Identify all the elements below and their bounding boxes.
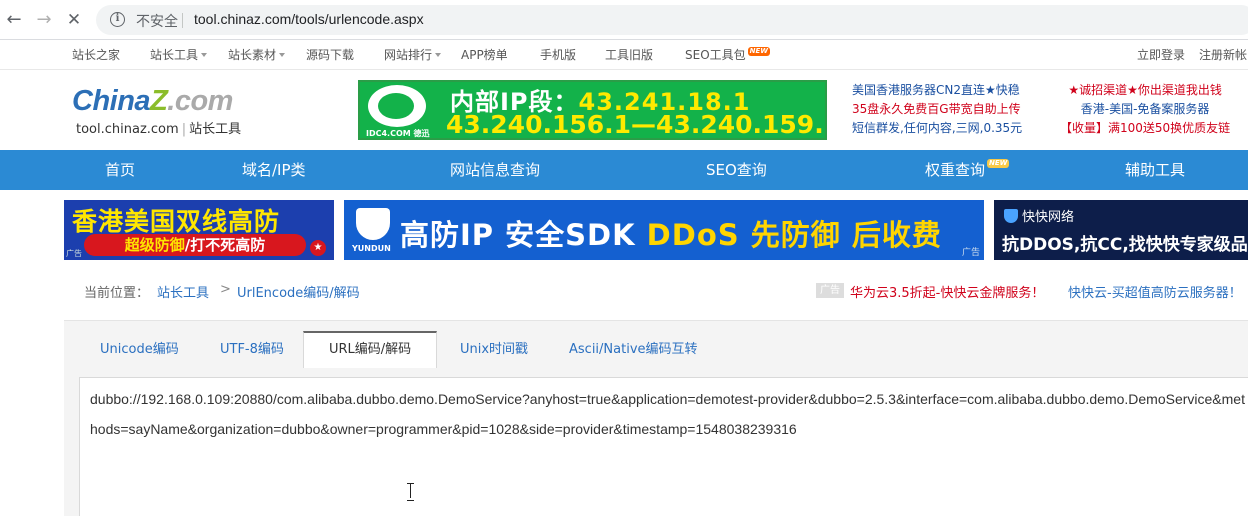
toplink-chinaz[interactable]: 站长之家 (72, 46, 120, 63)
toplink-seo-pack[interactable]: SEO工具包 NEW (685, 46, 771, 63)
shield-icon (356, 208, 390, 240)
ad-banner-yundun[interactable]: YUNDUN 高防IP 安全SDK DDoS 先防御 后收费 广告 (344, 200, 984, 260)
nav-seo[interactable]: SEO查询 (706, 150, 767, 190)
security-label[interactable]: 不安全 (136, 11, 178, 31)
tool-panel: Unicode编码 UTF-8编码 URL编码/解码 Unix时间戳 Ascii… (64, 320, 1248, 516)
text-ad-column-b: ★诚招渠道★你出渠道我出钱 香港-美国-免备案服务器 【收量】满100送50换优… (1060, 81, 1230, 138)
breadcrumb: 当前位置： 站长工具 > UrlEncode编码/解码 广告 华为云3.5折起-… (64, 270, 1248, 310)
text-ad-link[interactable]: ★诚招渠道★你出渠道我出钱 (1060, 81, 1230, 100)
nav-domain-ip[interactable]: 域名/IP类 (242, 150, 306, 190)
tab-utf8[interactable]: UTF-8编码 (218, 331, 286, 367)
nav-home[interactable]: 首页 (105, 150, 135, 190)
caret-down-icon (435, 53, 442, 57)
shield-icon (1004, 209, 1018, 223)
caret-down-icon (279, 53, 286, 57)
url-input-textarea[interactable]: dubbo://192.168.0.109:20880/com.alibaba.… (79, 377, 1248, 516)
toplink-source[interactable]: 源码下载 (306, 46, 354, 63)
ip-range-banner-ad[interactable]: IDC4.COM 德迅 内部IP段：43.241.18.1 43.240.156… (358, 80, 827, 140)
url-text[interactable]: tool.chinaz.com/tools/urlencode.aspx (194, 11, 424, 27)
stop-button[interactable]: ✕ (62, 8, 86, 32)
breadcrumb-home[interactable]: 站长工具 (157, 282, 209, 301)
text-ad-column-a: 美国香港服务器CN2直连★快稳 35盘永久免费百G带宽自助上传 短信群发,任何内… (852, 81, 1022, 138)
ad-label-badge: 广告 (816, 283, 844, 298)
toplink-mobile[interactable]: 手机版 (540, 46, 576, 63)
text-cursor-icon (406, 482, 416, 501)
toplink-ranking[interactable]: 网站排行 (384, 46, 442, 63)
ad-banner-kuaikuai[interactable]: 快快网络 抗DDOS,抗CC,找快快专家级品牌 (994, 200, 1248, 260)
text-ad-link[interactable]: 35盘永久免费百G带宽自助上传 (852, 100, 1022, 119)
arrow-right-icon: → (36, 9, 52, 30)
tab-ascii-native[interactable]: Ascii/Native编码互转 (567, 331, 700, 367)
address-bar[interactable]: i 不安全 tool.chinaz.com/tools/urlencode.as… (96, 5, 1248, 35)
tab-unix-timestamp[interactable]: Unix时间戳 (458, 331, 530, 367)
text-ad-link[interactable]: 短信群发,任何内容,三网,0.35元 (852, 119, 1022, 138)
star-icon: ★ (310, 240, 326, 256)
toplink-materials[interactable]: 站长素材 (228, 46, 286, 63)
register-link[interactable]: 注册新帐 (1199, 46, 1247, 63)
forward-button[interactable]: → (32, 8, 56, 32)
new-badge: NEW (747, 47, 771, 56)
site-logo[interactable]: ChinaZ.com tool.chinaz.com | 站长工具 (72, 86, 241, 137)
new-badge: NEW (987, 159, 1010, 168)
huawei-cloud-ad-link[interactable]: 华为云3.5折起-快快云金牌服务！ (850, 282, 1044, 301)
idc-logo-icon (368, 85, 426, 127)
tab-url-encode[interactable]: URL编码/解码 (303, 331, 438, 368)
caret-down-icon (201, 53, 208, 57)
text-ad-link[interactable]: 【收量】满100送50换优质友链 (1060, 119, 1230, 138)
ad-banner-hk-us[interactable]: 香港美国双线高防 超级防御/打不死高防 ★ 广告 (64, 200, 334, 260)
kuaikuai-cloud-ad-link[interactable]: 快快云-买超值高防云服务器！ (1068, 282, 1242, 301)
toplink-old-version[interactable]: 工具旧版 (605, 46, 653, 63)
text-ad-link[interactable]: 香港-美国-免备案服务器 (1060, 100, 1230, 119)
nav-weight[interactable]: 权重查询 NEW (925, 150, 1010, 190)
back-button[interactable]: ← (2, 8, 26, 32)
url-separator (182, 13, 183, 28)
top-links-bar: 站长之家 站长工具 站长素材 源码下载 网站排行 APP榜单 手机版 工具旧版 … (0, 40, 1248, 70)
tab-unicode[interactable]: Unicode编码 (98, 331, 181, 367)
toplink-tools[interactable]: 站长工具 (150, 46, 208, 63)
login-link[interactable]: 立即登录 (1137, 46, 1185, 63)
info-icon[interactable]: i (110, 12, 125, 27)
main-nav: 首页 域名/IP类 网站信息查询 SEO查询 权重查询 NEW 辅助工具 (0, 150, 1248, 190)
arrow-left-icon: ← (6, 9, 22, 30)
browser-toolbar: ← → ✕ i 不安全 tool.chinaz.com/tools/urlenc… (0, 0, 1248, 40)
breadcrumb-current[interactable]: UrlEncode编码/解码 (237, 282, 360, 301)
text-ad-link[interactable]: 美国香港服务器CN2直连★快稳 (852, 81, 1022, 100)
close-icon: ✕ (66, 10, 82, 30)
breadcrumb-label: 当前位置： (84, 286, 150, 301)
breadcrumb-separator: > (220, 282, 231, 297)
toplink-app[interactable]: APP榜单 (461, 46, 508, 63)
url-input-value[interactable]: dubbo://192.168.0.109:20880/com.alibaba.… (90, 384, 1248, 444)
nav-utilities[interactable]: 辅助工具 (1125, 150, 1185, 190)
nav-site-info[interactable]: 网站信息查询 (450, 150, 540, 190)
site-header: ChinaZ.com tool.chinaz.com | 站长工具 IDC4.COM… (0, 71, 1248, 150)
